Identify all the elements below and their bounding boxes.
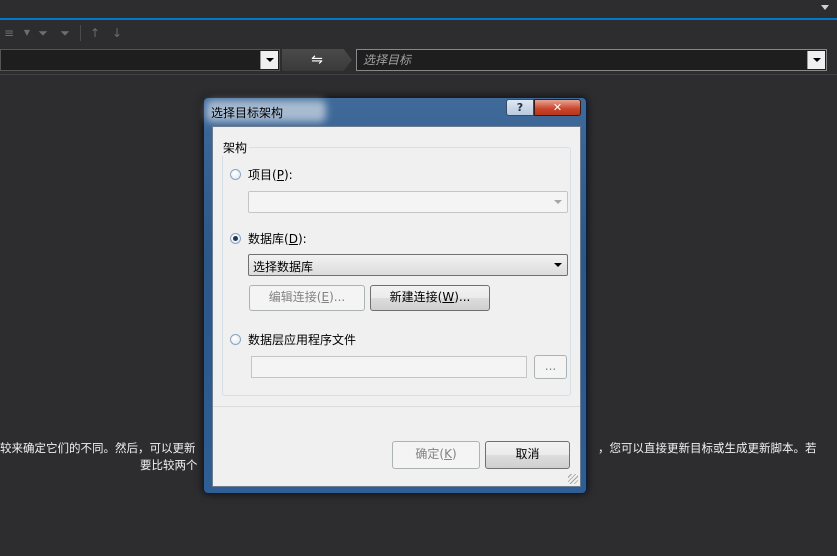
- project-label-suffix: ):: [283, 168, 293, 182]
- new-connection-suffix: )...: [454, 290, 471, 304]
- project-combo[interactable]: [248, 191, 568, 213]
- window-menu-caret-icon[interactable]: [821, 5, 829, 10]
- new-connection-accel: W: [442, 290, 455, 304]
- project-accel: P: [276, 168, 284, 182]
- target-placeholder: 选择目标: [363, 53, 412, 67]
- toolbar-separator: [80, 25, 81, 41]
- dialog-title: 选择目标架构: [211, 106, 284, 120]
- project-label[interactable]: 项目(P):: [248, 166, 293, 183]
- compare-bar: ⇋ 选择目标: [0, 46, 837, 75]
- target-combo[interactable]: 选择目标: [356, 49, 827, 71]
- close-button[interactable]: ✕: [534, 99, 581, 116]
- database-combo-value: 选择数据库: [253, 260, 314, 274]
- chevron-down-icon: [554, 263, 562, 267]
- select-target-schema-dialog: 选择目标架构 ? ✕ 架构 项目(P): 数据库(D): 选择数据库 编辑连接(…: [203, 97, 587, 494]
- dialog-separator: [213, 406, 580, 407]
- database-label[interactable]: 数据库(D):: [248, 230, 307, 247]
- toolbar: ≡ ▼ ⏷ ⏷ ↑ ↓: [0, 20, 837, 46]
- dialog-client-area: 架构 项目(P): 数据库(D): 选择数据库 编辑连接(E)... 新建连接(…: [212, 126, 581, 487]
- dacpac-radio[interactable]: [230, 334, 241, 345]
- filter-clear-icon[interactable]: ⏷: [58, 26, 72, 40]
- dacpac-path-field[interactable]: [251, 356, 527, 378]
- description-line-2-left: 要比较两个: [140, 458, 198, 472]
- new-connection-button[interactable]: 新建连接(W)...: [370, 285, 490, 311]
- arrow-down-icon[interactable]: ↓: [110, 26, 124, 40]
- database-label-suffix: ):: [297, 232, 307, 246]
- new-connection-text: 新建连接(: [389, 290, 443, 304]
- edit-connection-accel: E: [321, 290, 330, 304]
- database-combo[interactable]: 选择数据库: [248, 254, 568, 276]
- browse-button[interactable]: ...: [534, 355, 567, 379]
- edit-connection-suffix: )...: [329, 290, 346, 304]
- edit-connection-button[interactable]: 编辑连接(E)...: [249, 285, 365, 311]
- dacpac-label[interactable]: 数据层应用程序文件: [248, 331, 356, 348]
- resize-grip[interactable]: [568, 474, 578, 484]
- list-filter-icon[interactable]: ≡: [2, 26, 16, 40]
- arrow-up-icon[interactable]: ↑: [88, 26, 102, 40]
- ok-text: 确定(: [415, 447, 445, 461]
- description-line-1-left: 较来确定它们的不同。然后，可以更新: [0, 441, 196, 455]
- filter-icon[interactable]: ⏷: [36, 26, 50, 40]
- edit-connection-text: 编辑连接(: [268, 290, 322, 304]
- database-radio[interactable]: [230, 233, 241, 244]
- database-label-text: 数据库(: [248, 232, 289, 246]
- title-strip: [0, 0, 837, 20]
- project-label-text: 项目(: [248, 168, 277, 182]
- help-button[interactable]: ?: [506, 99, 534, 116]
- ok-suffix: ): [451, 447, 457, 461]
- dropdown-caret-icon[interactable]: ▼: [20, 26, 34, 40]
- group-label: 架构: [221, 139, 250, 156]
- target-dropdown-button[interactable]: [807, 51, 825, 69]
- project-radio[interactable]: [230, 169, 241, 180]
- swap-button[interactable]: ⇋: [282, 49, 352, 71]
- chevron-down-icon: [554, 200, 562, 204]
- cancel-button[interactable]: 取消: [485, 441, 570, 469]
- source-combo[interactable]: [0, 49, 280, 71]
- ok-accel: K: [444, 447, 452, 461]
- database-accel: D: [288, 232, 298, 246]
- ok-button[interactable]: 确定(K): [392, 441, 480, 469]
- source-dropdown-button[interactable]: [260, 51, 278, 69]
- description-line-1-right: ，您可以直接更新目标或生成更新脚本。若: [598, 441, 817, 455]
